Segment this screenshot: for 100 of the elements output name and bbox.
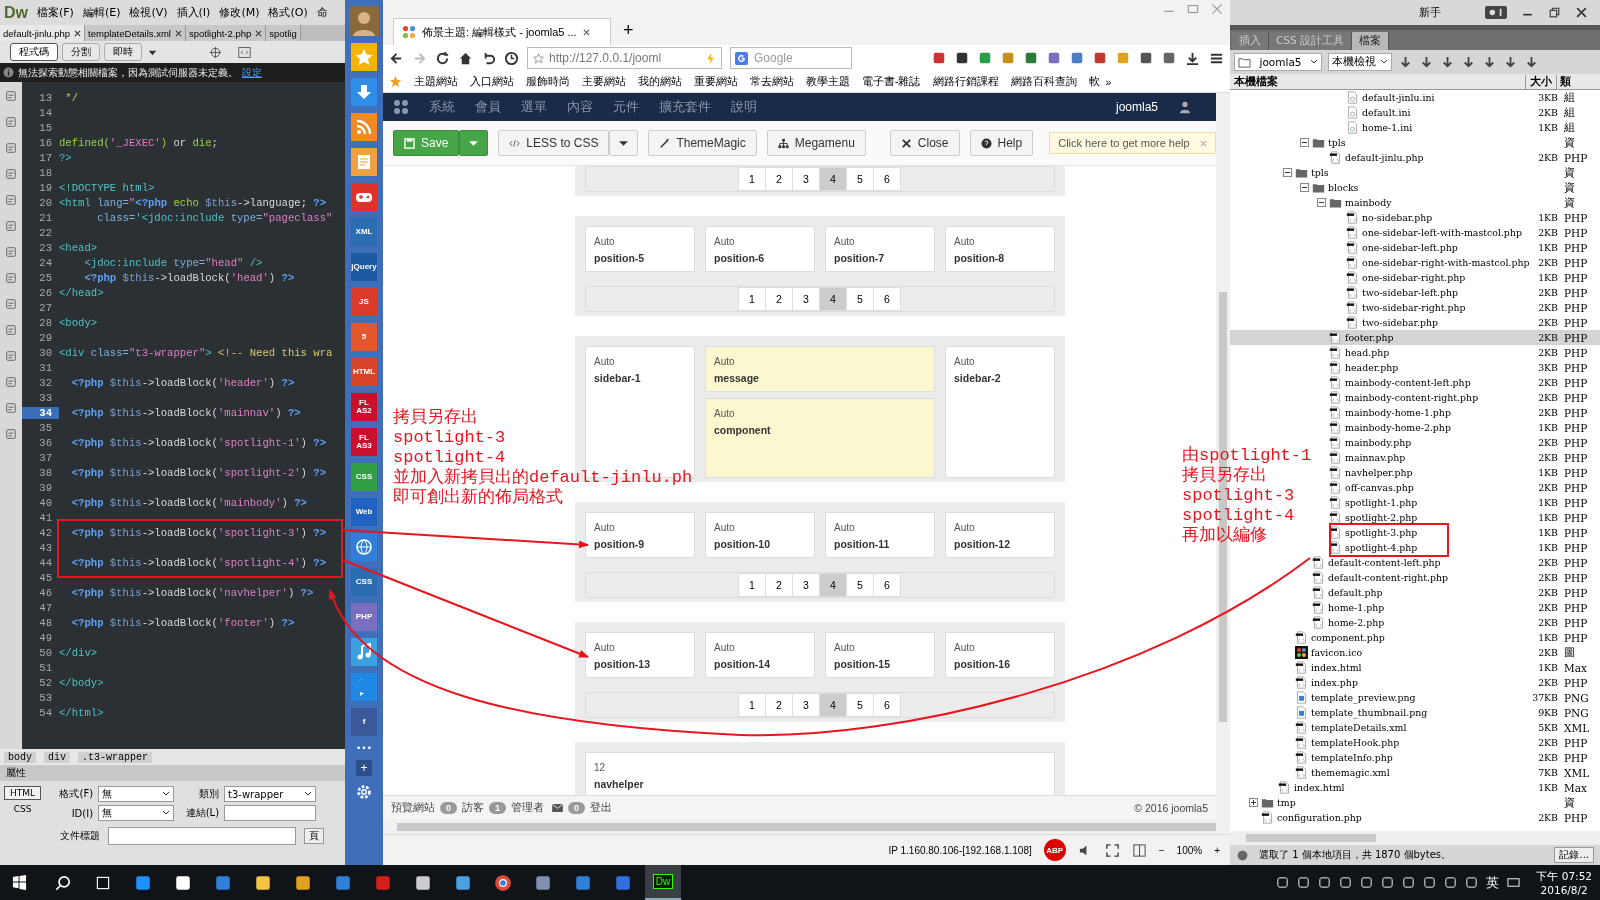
code-view-icon[interactable] (238, 45, 251, 59)
tray-icon[interactable] (1381, 876, 1395, 889)
add-button[interactable]: + (356, 760, 372, 776)
app-tile[interactable]: FL AS2 (351, 393, 377, 421)
admin-menu-item[interactable]: 選單 (521, 98, 547, 116)
app-tile[interactable]: 5 (351, 323, 377, 351)
format-select[interactable]: 無 (98, 786, 175, 802)
thememagic-button[interactable]: ThemeMagic (648, 130, 757, 156)
column-count-button[interactable]: 4 (819, 167, 847, 191)
column-count-button[interactable]: 6 (873, 167, 901, 191)
menu-item[interactable]: 檔案(F) (37, 5, 74, 20)
tool-icon[interactable] (5, 246, 17, 258)
page-button[interactable]: 頁 (304, 828, 324, 844)
file-name[interactable]: one-sidebar-right-with-mastcol.php (1362, 257, 1530, 268)
admin-menu-item[interactable]: 會員 (475, 98, 501, 116)
file-name[interactable]: mainnav.php (1345, 452, 1406, 463)
zoom-out-button[interactable]: − (1158, 844, 1165, 856)
tray-icon[interactable] (1423, 876, 1437, 889)
file-name[interactable]: configuration.php (1277, 812, 1362, 823)
column-count-button[interactable]: 2 (765, 167, 793, 191)
file-name[interactable]: two-sidebar-left.php (1362, 287, 1458, 298)
tool-icon[interactable] (5, 402, 17, 414)
admin-menu-item[interactable]: 說明 (731, 98, 757, 116)
scrollbar[interactable] (1230, 831, 1600, 845)
home-icon[interactable] (458, 50, 473, 66)
split-view-icon[interactable] (1131, 842, 1147, 858)
preview-site-link[interactable]: 預覽網站 (391, 801, 435, 815)
file-name[interactable]: default.php (1328, 587, 1383, 598)
file-name[interactable]: component.php (1311, 632, 1385, 643)
file-tool-icon[interactable] (1398, 54, 1413, 70)
tag-selector[interactable]: .t3-wrapper (78, 751, 153, 763)
file-tool-icon[interactable] (1461, 54, 1476, 70)
new-tab-button[interactable]: + (623, 20, 634, 41)
file-name[interactable]: mainbody (1345, 197, 1392, 208)
file-name[interactable]: blocks (1328, 182, 1359, 193)
column-header[interactable]: 類 (1556, 74, 1600, 89)
log-button[interactable]: 記錄... (1554, 847, 1594, 863)
close-icon[interactable] (255, 29, 263, 37)
column-count-button[interactable]: 5 (846, 167, 874, 191)
extension-icon[interactable] (1093, 51, 1107, 65)
admin-menu-item[interactable]: 擴充套件 (659, 98, 711, 116)
column-count-button[interactable]: 5 (846, 573, 874, 597)
sync-settings-icon[interactable] (1485, 6, 1507, 19)
column-count-button[interactable]: 6 (873, 573, 901, 597)
avatar[interactable] (349, 6, 379, 36)
column-count-button[interactable]: 1 (738, 693, 766, 717)
file-name[interactable]: default-content-left.php (1328, 557, 1441, 568)
layout-position[interactable]: Auto position-9 (585, 512, 695, 558)
layout-position[interactable]: 12 navhelper (585, 752, 1055, 795)
tray-icon[interactable] (1339, 876, 1353, 889)
music-icon[interactable] (351, 638, 377, 666)
app-tile[interactable]: JS (351, 288, 377, 316)
file-tool-icon[interactable] (1503, 54, 1518, 70)
bookmark-folder[interactable]: 服飾時尚 (526, 74, 570, 89)
id-select[interactable]: 無 (98, 805, 175, 821)
tool-icon[interactable] (5, 116, 17, 128)
column-count-button[interactable]: 6 (873, 693, 901, 717)
close-icon[interactable] (1575, 6, 1588, 19)
star-icon[interactable] (532, 51, 545, 65)
download-icon[interactable] (1185, 50, 1200, 66)
toggle-icon[interactable] (1300, 138, 1309, 147)
view-select[interactable]: 本機檢視 (1328, 53, 1392, 71)
tray-icon[interactable] (1297, 876, 1311, 889)
layout-position[interactable]: Auto position-16 (945, 632, 1055, 678)
file-name[interactable]: templateHook.php (1311, 737, 1400, 748)
menu-item[interactable]: 插入(I) (176, 5, 211, 20)
bookmark-folder[interactable]: 網路百科查詢 (1010, 74, 1077, 89)
file-name[interactable]: home-1.ini (1362, 122, 1413, 133)
file-name[interactable]: templateInfo.php (1311, 752, 1393, 763)
file-name[interactable]: templateDetails.xml (1311, 722, 1407, 733)
game-icon[interactable] (351, 183, 377, 211)
tray-icon[interactable] (1465, 876, 1479, 889)
keyboard-icon[interactable] (1507, 876, 1521, 889)
menu-item[interactable]: 檢視(V) (129, 5, 168, 20)
user-icon[interactable] (1178, 100, 1192, 114)
less-options-button[interactable] (609, 130, 639, 156)
toggle-icon[interactable] (1300, 183, 1309, 192)
file-name[interactable]: one-sidebar-left.php (1362, 242, 1458, 253)
column-count-button[interactable]: 3 (792, 287, 820, 311)
bookmark-folder[interactable]: 教學主題 (806, 74, 850, 89)
bookmark-folder[interactable]: 電子書-雜誌 (862, 74, 921, 89)
app-tile[interactable]: FL AS3 (351, 428, 377, 456)
layout-position[interactable]: Auto position-5 (585, 226, 695, 272)
file-name[interactable]: footer.php (1345, 332, 1394, 343)
close-icon[interactable] (582, 28, 590, 36)
tool-icon[interactable] (5, 428, 17, 440)
bookmark-folder[interactable]: 主題網站 (414, 74, 458, 89)
file-name[interactable]: home-2.php (1328, 617, 1385, 628)
site-select[interactable]: joomla5 (1234, 53, 1322, 71)
settings-icon[interactable] (355, 783, 373, 801)
tray-icon[interactable] (1402, 876, 1416, 889)
file-name[interactable]: spotlight-1.php (1345, 497, 1418, 508)
extension-icon[interactable] (1139, 51, 1153, 65)
joomla-logo-icon[interactable] (393, 99, 409, 115)
help-button[interactable]: Help (969, 130, 1034, 156)
reload-icon[interactable] (435, 50, 450, 66)
view-button[interactable]: 程式碼 (10, 43, 58, 61)
tool-icon[interactable] (5, 272, 17, 284)
column-count-button[interactable]: 6 (873, 287, 901, 311)
file-name[interactable]: index.php (1311, 677, 1358, 688)
